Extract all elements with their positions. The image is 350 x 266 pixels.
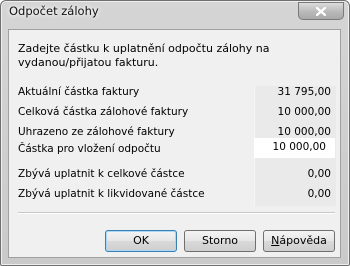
label-remaining-total: Zbývá uplatnit k celkové částce <box>18 168 185 180</box>
dialog-window: Odpočet zálohy Zadejte částku k uplatněn… <box>0 0 350 266</box>
separator <box>18 212 335 214</box>
close-icon <box>316 7 326 16</box>
label-current-invoice-amount: Aktuální částka faktury <box>18 86 140 98</box>
instruction-text: Zadejte částku k uplatnění odpočtu záloh… <box>18 42 270 69</box>
value-total-advance-amount: 10 000,00 <box>277 106 331 118</box>
dialog-content: Zadejte částku k uplatnění odpočtu záloh… <box>8 29 341 258</box>
storno-button[interactable]: Storno <box>184 230 256 252</box>
value-paid-from-advance: 10 000,00 <box>277 126 331 138</box>
label-deduction-amount: Částka pro vložení odpočtu <box>18 143 161 155</box>
ok-button[interactable]: OK <box>105 230 177 252</box>
label-remaining-liquidated: Zbývá uplatnit k likvidované částce <box>18 188 205 200</box>
help-label: ápověda <box>279 234 327 247</box>
value-remaining-liquidated: 0,00 <box>307 188 331 200</box>
label-total-advance-amount: Celková částka zálohové faktury <box>18 106 189 118</box>
window-title: Odpočet zálohy <box>9 4 99 18</box>
label-paid-from-advance: Uhrazeno ze zálohové faktury <box>18 126 175 138</box>
value-current-invoice-amount: 31 795,00 <box>277 86 331 98</box>
value-remaining-total: 0,00 <box>307 168 331 180</box>
title-bar[interactable]: Odpočet zálohy <box>1 1 349 23</box>
deduction-amount-input[interactable]: 10 000,00 <box>254 138 335 158</box>
deduction-amount-value: 10 000,00 <box>272 141 326 153</box>
help-button[interactable]: Nápověda <box>263 230 335 252</box>
close-button[interactable] <box>298 2 344 20</box>
